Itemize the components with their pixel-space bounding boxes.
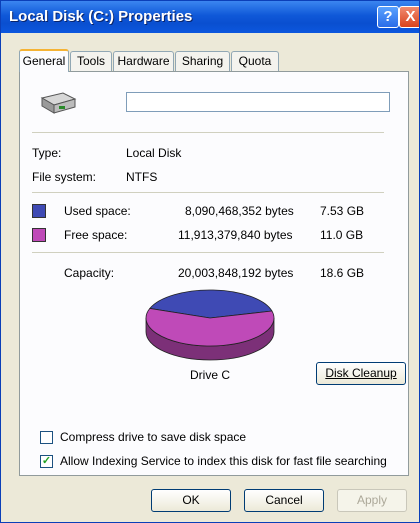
compress-drive-label: Compress drive to save disk space <box>60 430 247 444</box>
title-bar[interactable]: Local Disk (C:) Properties ? X <box>1 1 419 33</box>
drive-label: Drive C <box>190 368 231 382</box>
used-space-bytes: 8,090,468,352 bytes <box>185 204 294 218</box>
tab-tools[interactable]: Tools <box>70 51 112 71</box>
volume-name-input[interactable] <box>126 92 390 112</box>
type-value: Local Disk <box>126 146 182 160</box>
used-space-color-swatch <box>32 204 46 218</box>
tab-quota[interactable]: Quota <box>231 51 279 71</box>
cancel-button[interactable]: Cancel <box>244 489 324 512</box>
close-button[interactable]: X <box>399 6 419 28</box>
help-button[interactable]: ? <box>377 6 399 28</box>
tab-hardware[interactable]: Hardware <box>113 51 174 71</box>
used-space-label: Used space: <box>64 204 131 218</box>
apply-button[interactable]: Apply <box>337 489 407 512</box>
properties-dialog: Local Disk (C:) Properties ? X General T… <box>0 0 420 523</box>
ok-button[interactable]: OK <box>151 489 231 512</box>
type-label: Type: <box>32 146 62 160</box>
file-system-label: File system: <box>32 170 97 184</box>
free-space-color-swatch <box>32 228 46 242</box>
divider <box>32 252 384 253</box>
compress-drive-checkbox[interactable] <box>40 431 53 444</box>
used-space-size: 7.53 GB <box>320 204 365 218</box>
divider <box>32 192 384 193</box>
allow-indexing-label: Allow Indexing Service to index this dis… <box>60 454 387 468</box>
capacity-bytes: 20,003,848,192 bytes <box>178 266 294 280</box>
disk-cleanup-label: Disk Cleanup <box>325 366 397 380</box>
tab-general[interactable]: General <box>19 49 69 72</box>
free-space-label: Free space: <box>64 228 128 242</box>
hard-drive-icon <box>40 92 77 114</box>
capacity-label: Capacity: <box>64 266 115 280</box>
general-panel: Type: Local Disk File system: NTFS Used … <box>19 71 409 476</box>
free-space-bytes: 11,913,379,840 bytes <box>178 228 293 242</box>
window-title: Local Disk (C:) Properties <box>9 8 193 25</box>
disk-usage-pie-chart <box>145 289 275 361</box>
free-space-size: 11.0 GB <box>320 228 364 242</box>
divider <box>32 132 384 133</box>
disk-cleanup-button[interactable]: Disk Cleanup <box>316 362 406 385</box>
tab-sharing[interactable]: Sharing <box>175 51 230 71</box>
allow-indexing-checkbox[interactable]: ✓ <box>40 455 53 468</box>
file-system-value: NTFS <box>126 170 158 184</box>
capacity-size: 18.6 GB <box>320 266 365 280</box>
